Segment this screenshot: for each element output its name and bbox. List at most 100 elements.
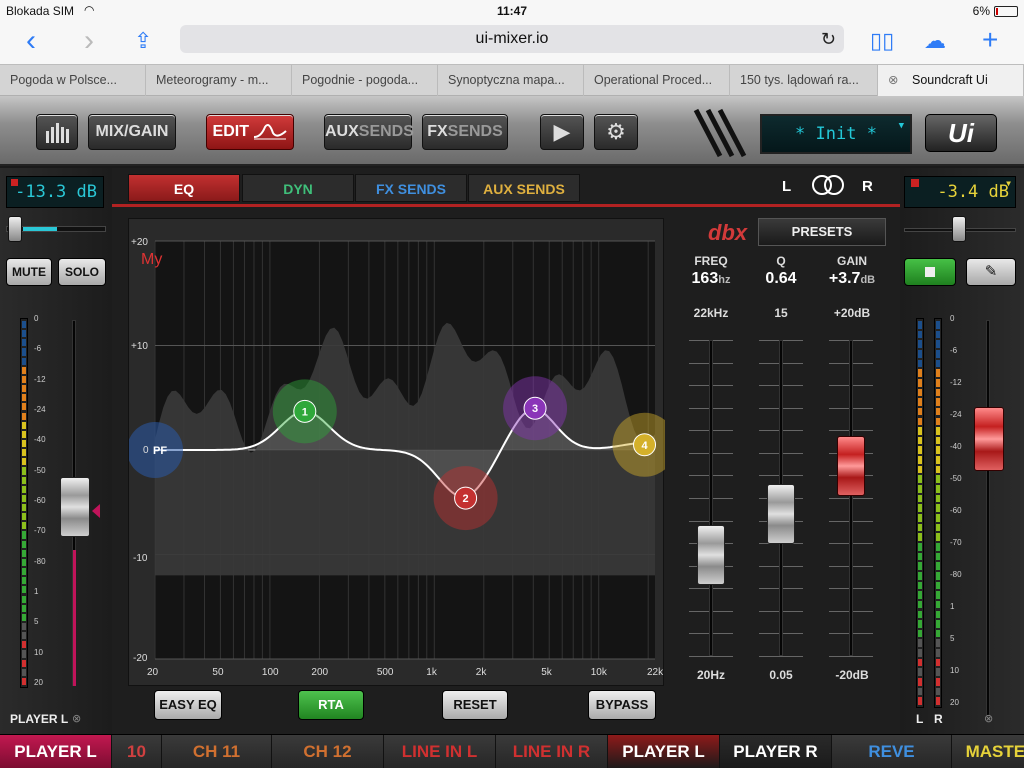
tab-1[interactable]: Pogoda w Polsce...	[0, 65, 146, 96]
hpf-handle[interactable]: PF	[129, 422, 183, 478]
mute-button[interactable]: MUTE	[6, 258, 52, 286]
cloud-tabs-icon[interactable]: ☁	[924, 28, 946, 54]
meter-segment	[918, 436, 922, 445]
play-button[interactable]: ▶	[540, 114, 584, 150]
mix-gain-button[interactable]: MIX/GAIN	[88, 114, 176, 150]
link-icon[interactable]: ⊗	[72, 712, 81, 725]
meter-scale-label: -80	[950, 570, 962, 579]
meter-segment	[22, 586, 26, 594]
channel-button[interactable]: CH 11	[162, 735, 272, 768]
meter-segment	[936, 581, 940, 590]
clip-indicator	[11, 179, 18, 186]
tab-dyn[interactable]: DYN	[242, 174, 354, 202]
settings-button[interactable]: ⚙	[594, 114, 638, 150]
meter-segment	[936, 321, 940, 329]
reset-button[interactable]: RESET	[442, 690, 508, 720]
bypass-button[interactable]: BYPASS	[588, 690, 656, 720]
master-fader-knob[interactable]	[974, 406, 1004, 471]
freq-fader-knob[interactable]	[697, 524, 725, 585]
x-tick-label: 2k	[475, 667, 487, 678]
meter-scale-label: -50	[950, 474, 962, 483]
back-icon[interactable]: ‹	[26, 26, 36, 56]
gain-fader-track[interactable]	[849, 340, 853, 656]
meter-segment	[22, 449, 26, 457]
eq-band-handle-3[interactable]: 3	[503, 376, 568, 441]
tab-4[interactable]: Synoptyczna mapa...	[438, 65, 584, 96]
channel-button[interactable]: LINE IN L	[384, 735, 496, 768]
eq-graph-svg[interactable]: PF 1 2 3 4	[129, 219, 665, 687]
channel-button[interactable]: LINE IN R	[496, 735, 608, 768]
x-tick-label: 5k	[541, 667, 552, 678]
channel-button[interactable]: CH 12	[272, 735, 384, 768]
edit-master-button[interactable]: ✎	[966, 258, 1016, 286]
tab-2[interactable]: Meteorogramy - m...	[146, 65, 292, 96]
eq-panel: EQ DYN FX SENDS AUX SENDS L R PF 1 2 3 4 My …	[112, 168, 900, 734]
meter-segment	[22, 622, 26, 631]
easy-eq-button[interactable]: EASY EQ	[154, 690, 222, 720]
master-fader-track[interactable]	[986, 320, 990, 716]
meter-segment	[22, 659, 26, 667]
eq-band-handle-1[interactable]: 1	[272, 379, 337, 444]
presets-button[interactable]: PRESETS	[758, 218, 886, 246]
new-tab-icon[interactable]: +	[982, 24, 998, 56]
x-tick-label: 22k	[647, 667, 664, 678]
gain-fader-knob[interactable]	[837, 436, 865, 497]
aux-sends-button[interactable]: AUXSENDS	[324, 114, 414, 150]
meter-segment	[936, 562, 940, 570]
tab-3[interactable]: Pogodnie - pogoda...	[292, 65, 438, 96]
ui-logo-button[interactable]: Ui	[925, 114, 997, 152]
freq-title: FREQ	[694, 254, 728, 268]
tab-eq[interactable]: EQ	[128, 174, 240, 202]
x-tick-label: 1k	[426, 667, 437, 678]
eq-band-handle-2[interactable]: 2	[433, 466, 498, 531]
gain-value: +3.7dB	[828, 270, 876, 287]
rta-button[interactable]: RTA	[298, 690, 364, 720]
balance-knob[interactable]	[952, 216, 966, 242]
q-fader-knob[interactable]	[767, 483, 795, 544]
unity-marker	[92, 504, 100, 518]
pan-knob[interactable]	[8, 216, 22, 242]
tab-aux-sends[interactable]: AUX SENDS	[468, 174, 580, 202]
reload-icon[interactable]: ↻	[821, 25, 836, 53]
channel-button[interactable]: 10	[112, 735, 162, 768]
meter-segment	[936, 427, 940, 435]
meter-segment	[936, 629, 940, 638]
forward-icon[interactable]: ›	[84, 26, 94, 56]
address-bar[interactable]: ui-mixer.io ↻	[180, 25, 844, 53]
solo-button[interactable]: SOLO	[58, 258, 106, 286]
stereo-link-icon[interactable]	[810, 174, 846, 196]
channel-button[interactable]: REVE	[832, 735, 952, 768]
tab-soundcraft-active[interactable]: ⊗ Soundcraft Ui	[878, 65, 1024, 96]
channel-button[interactable]: PLAYER L	[608, 735, 720, 768]
channel-fader-knob[interactable]	[60, 476, 90, 537]
fx-sends-button[interactable]: FXSENDS	[422, 114, 508, 150]
share-icon[interactable]: ⇪	[134, 28, 152, 54]
meter-segment	[918, 649, 922, 657]
eq-graph[interactable]: PF 1 2 3 4 My +20 +10 0 -10 -20 20 50 100 200 50…	[128, 218, 665, 687]
freq-fader-track[interactable]	[709, 340, 713, 656]
meter-segment	[22, 330, 26, 338]
meter-segment	[22, 467, 26, 475]
meter-segment	[918, 629, 922, 638]
meters-button[interactable]	[36, 114, 78, 150]
stop-record-button[interactable]	[904, 258, 956, 286]
snapshot-display[interactable]: * Init * ▼	[760, 114, 912, 154]
channel-button[interactable]: PLAYER R	[720, 735, 832, 768]
tab-fx-sends[interactable]: FX SENDS	[355, 174, 467, 202]
meter-segment	[918, 330, 922, 339]
tab-5[interactable]: Operational Proced...	[584, 65, 730, 96]
edit-button[interactable]: EDIT	[206, 114, 294, 150]
close-tab-icon[interactable]: ⊗	[888, 65, 898, 96]
link-icon[interactable]: ⊗	[984, 712, 993, 725]
tab-6[interactable]: 150 tys. lądowań ra...	[730, 65, 878, 96]
meter-segment	[936, 485, 940, 493]
dbx-logo: dbx	[708, 220, 748, 245]
meter-segment	[22, 540, 26, 548]
clip-indicator	[911, 179, 919, 187]
meter-segment	[22, 485, 26, 493]
bookmarks-icon[interactable]: ▯▯	[870, 28, 894, 54]
meter-segment	[936, 533, 940, 541]
channel-button[interactable]: MASTER	[952, 735, 1024, 768]
meter-scale-label: -40	[34, 435, 46, 445]
meter-scale-label: -70	[34, 526, 46, 536]
